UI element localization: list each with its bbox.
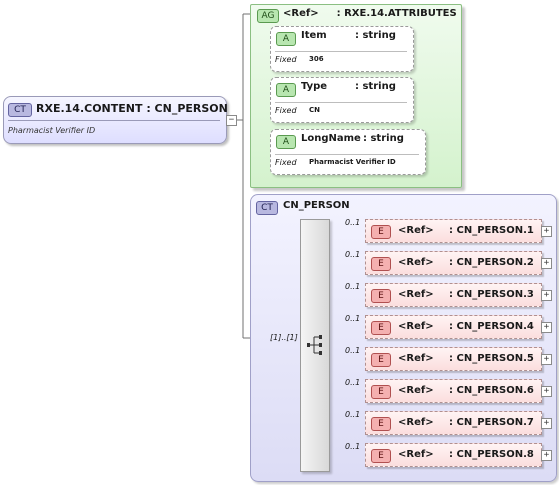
element-ref-cn-person-5[interactable]: E <Ref> : CN_PERSON.5 <box>365 347 542 371</box>
root-complex-type[interactable]: CT RXE.14.CONTENT : CN_PERSON Pharmacist… <box>3 96 228 144</box>
element-icon: E <box>371 417 391 431</box>
attribute-icon: A <box>276 32 296 46</box>
fixed-value: Pharmacist Verifier ID <box>309 158 396 166</box>
attribute-icon: A <box>276 135 296 149</box>
element-ref-cn-person-7[interactable]: E <Ref> : CN_PERSON.7 <box>365 411 542 435</box>
complex-type-icon: CT <box>8 103 32 117</box>
element-name: : CN_PERSON.7 <box>449 417 534 428</box>
element-ref-label: <Ref> <box>398 417 434 428</box>
element-ref-label: <Ref> <box>398 449 434 460</box>
element-name: : CN_PERSON.5 <box>449 353 534 364</box>
fixed-value: 306 <box>309 55 324 63</box>
element-ref-label: <Ref> <box>398 353 434 364</box>
attribute-group-title: <Ref> : RXE.14.ATTRIBUTES <box>283 8 457 19</box>
attribute-item[interactable]: A Item : string Fixed 306 <box>270 26 414 72</box>
sequence-icon <box>307 335 322 355</box>
element-ref-label: <Ref> <box>398 321 434 332</box>
attribute-group-icon: AG <box>257 9 279 23</box>
element-ref-cn-person-6[interactable]: E <Ref> : CN_PERSON.6 <box>365 379 542 403</box>
fixed-label: Fixed <box>275 106 297 115</box>
element-cardinality: 0..1 <box>345 346 361 355</box>
sequence-cardinality: [1]..[1] <box>270 333 298 342</box>
attribute-type: : string <box>355 30 396 41</box>
attribute-name: Item <box>301 30 327 41</box>
divider <box>8 120 220 121</box>
element-icon: E <box>371 353 391 367</box>
attribute-name: LongName <box>301 133 361 144</box>
attribute-group-ref: <Ref> <box>283 8 319 19</box>
element-icon: E <box>371 289 391 303</box>
fixed-label: Fixed <box>275 158 297 167</box>
attribute-type: : string <box>363 133 404 144</box>
element-ref-cn-person-1[interactable]: E <Ref> : CN_PERSON.1 <box>365 219 542 243</box>
root-title: RXE.14.CONTENT : CN_PERSON <box>36 102 228 115</box>
element-icon: E <box>371 321 391 335</box>
element-icon: E <box>371 225 391 239</box>
complex-type-icon: CT <box>256 201 278 215</box>
element-cardinality: 0..1 <box>345 410 361 419</box>
expand-toggle-icon[interactable]: + <box>541 290 552 301</box>
element-name: : CN_PERSON.3 <box>449 289 534 300</box>
divider <box>275 102 407 103</box>
element-ref-cn-person-3[interactable]: E <Ref> : CN_PERSON.3 <box>365 283 542 307</box>
element-name: : CN_PERSON.8 <box>449 449 534 460</box>
element-icon: E <box>371 449 391 463</box>
element-ref-cn-person-4[interactable]: E <Ref> : CN_PERSON.4 <box>365 315 542 339</box>
attribute-type-attr[interactable]: A Type : string Fixed CN <box>270 77 414 123</box>
element-ref-label: <Ref> <box>398 257 434 268</box>
attribute-name: Type <box>301 81 328 92</box>
expand-toggle-icon[interactable]: + <box>541 450 552 461</box>
element-ref-label: <Ref> <box>398 289 434 300</box>
element-cardinality: 0..1 <box>345 250 361 259</box>
expand-toggle-icon[interactable]: + <box>541 226 552 237</box>
element-cardinality: 0..1 <box>345 378 361 387</box>
expand-toggle-icon[interactable]: + <box>541 386 552 397</box>
element-cardinality: 0..1 <box>345 442 361 451</box>
collapse-toggle-icon[interactable]: − <box>226 115 237 126</box>
element-cardinality: 0..1 <box>345 282 361 291</box>
divider <box>275 154 419 155</box>
fixed-value: CN <box>309 106 320 114</box>
element-ref-cn-person-2[interactable]: E <Ref> : CN_PERSON.2 <box>365 251 542 275</box>
expand-toggle-icon[interactable]: + <box>541 418 552 429</box>
attribute-icon: A <box>276 83 296 97</box>
element-icon: E <box>371 257 391 271</box>
element-cardinality: 0..1 <box>345 314 361 323</box>
expand-toggle-icon[interactable]: + <box>541 258 552 269</box>
complex-type-title: CN_PERSON <box>283 200 350 211</box>
expand-toggle-icon[interactable]: + <box>541 322 552 333</box>
element-cardinality: 0..1 <box>345 218 361 227</box>
expand-toggle-icon[interactable]: + <box>541 354 552 365</box>
attribute-type: : string <box>355 81 396 92</box>
element-ref-cn-person-8[interactable]: E <Ref> : CN_PERSON.8 <box>365 443 542 467</box>
element-name: : CN_PERSON.1 <box>449 225 534 236</box>
attribute-group-name: : RXE.14.ATTRIBUTES <box>336 8 457 19</box>
root-documentation: Pharmacist Verifier ID <box>8 126 96 135</box>
element-name: : CN_PERSON.2 <box>449 257 534 268</box>
element-ref-label: <Ref> <box>398 385 434 396</box>
element-name: : CN_PERSON.6 <box>449 385 534 396</box>
fixed-label: Fixed <box>275 55 297 64</box>
attribute-longname[interactable]: A LongName : string Fixed Pharmacist Ver… <box>270 129 426 175</box>
element-icon: E <box>371 385 391 399</box>
sequence-compositor[interactable] <box>300 219 330 472</box>
element-name: : CN_PERSON.4 <box>449 321 534 332</box>
divider <box>275 51 407 52</box>
element-ref-label: <Ref> <box>398 225 434 236</box>
